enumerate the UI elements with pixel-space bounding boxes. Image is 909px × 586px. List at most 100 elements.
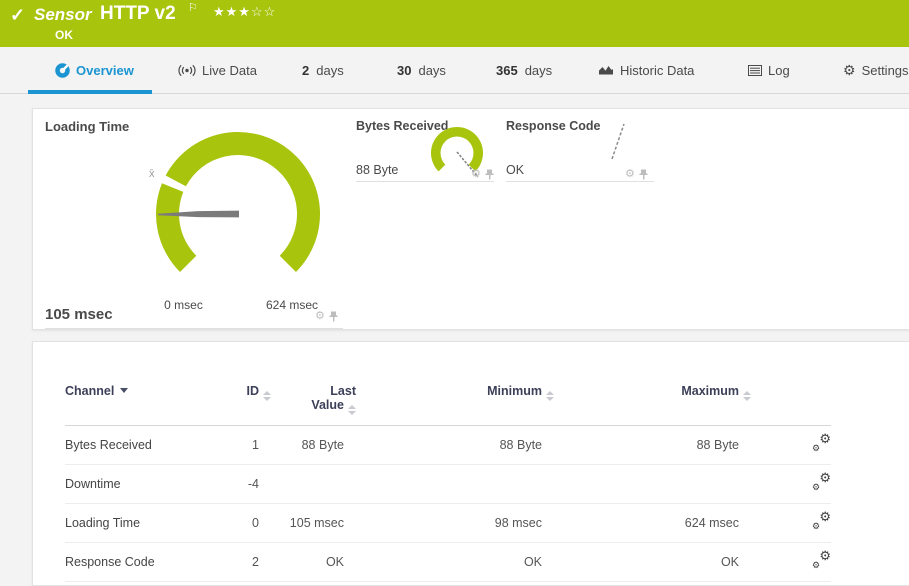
tab-365-days-label: days bbox=[525, 63, 552, 78]
loading-time-gauge: x̄ bbox=[138, 114, 338, 314]
column-header-maximum[interactable]: Maximum bbox=[554, 372, 751, 426]
sort-descending-icon bbox=[120, 388, 128, 393]
channel-last-value: OK bbox=[271, 543, 356, 582]
gauges-panel: Loading Time x̄ 0 msec 624 msec 105 msec… bbox=[32, 108, 909, 330]
column-header-id-label: ID bbox=[247, 384, 260, 398]
channel-minimum: 88 Byte bbox=[356, 426, 554, 465]
pin-icon[interactable] bbox=[639, 169, 648, 180]
column-header-channel[interactable]: Channel bbox=[65, 372, 205, 426]
column-header-last-value[interactable]: Last Value bbox=[271, 372, 356, 426]
channel-name[interactable]: Response Code bbox=[65, 543, 205, 582]
channel-maximum: OK bbox=[554, 543, 751, 582]
live-broadcast-icon bbox=[178, 64, 196, 77]
column-header-value-label: Value bbox=[311, 398, 344, 412]
pin-icon[interactable] bbox=[485, 169, 494, 180]
response-code-gauge bbox=[608, 121, 630, 163]
sort-icon bbox=[743, 391, 751, 401]
column-header-minimum[interactable]: Minimum bbox=[356, 372, 554, 426]
column-header-id[interactable]: ID bbox=[205, 372, 271, 426]
channel-id: 2 bbox=[205, 543, 271, 582]
tab-2-days-number: 2 bbox=[302, 63, 309, 78]
gauge-needle bbox=[612, 124, 624, 159]
priority-stars[interactable]: ★★★☆☆ bbox=[213, 4, 276, 20]
sort-icon bbox=[263, 391, 271, 401]
area-chart-icon bbox=[598, 64, 614, 76]
tab-settings[interactable]: ⚙ Settings bbox=[843, 47, 909, 93]
tab-overview[interactable]: Overview bbox=[55, 47, 134, 93]
flag-icon[interactable]: ⚐ bbox=[188, 1, 198, 14]
divider bbox=[506, 181, 654, 182]
average-marker-label: x̄ bbox=[149, 168, 155, 180]
channel-settings-icon[interactable]: ⚙⚙ bbox=[812, 435, 831, 452]
table-header-row: Channel ID Last Value Minimum Maximum bbox=[65, 372, 831, 426]
gear-icon: ⚙ bbox=[843, 63, 856, 77]
channel-maximum: 88 Byte bbox=[554, 426, 751, 465]
channel-last-value: 105 msec bbox=[271, 504, 356, 543]
tab-30-days[interactable]: 30 days bbox=[397, 47, 446, 93]
tab-overview-label: Overview bbox=[76, 63, 134, 78]
tab-2-days-label: days bbox=[316, 63, 343, 78]
channel-last-value: 88 Byte bbox=[271, 426, 356, 465]
tab-log[interactable]: Log bbox=[748, 47, 790, 93]
column-header-actions bbox=[751, 372, 831, 426]
object-kind-label: Sensor bbox=[34, 5, 92, 25]
column-header-last-label: Last bbox=[271, 384, 356, 398]
stars-empty: ☆☆ bbox=[251, 4, 276, 19]
table-row: Bytes Received 1 88 Byte 88 Byte 88 Byte… bbox=[65, 426, 831, 465]
channels-panel: Channel ID Last Value Minimum Maximum By… bbox=[32, 341, 909, 586]
sensor-name[interactable]: HTTP v2 bbox=[100, 3, 176, 25]
response-code-value: OK bbox=[506, 163, 524, 177]
tab-log-label: Log bbox=[768, 63, 790, 78]
loading-time-scale-max: 624 msec bbox=[263, 298, 321, 312]
divider bbox=[356, 181, 494, 182]
column-header-channel-label: Channel bbox=[65, 384, 114, 398]
column-header-maximum-label: Maximum bbox=[681, 384, 739, 398]
tab-settings-label: Settings bbox=[862, 63, 909, 78]
tab-365-days[interactable]: 365 days bbox=[496, 47, 552, 93]
channel-settings-icon[interactable]: ⚙⚙ bbox=[812, 552, 831, 569]
tab-365-days-number: 365 bbox=[496, 63, 518, 78]
status-ok-check-icon: ✓ bbox=[10, 5, 25, 26]
loading-time-scale-min: 0 msec bbox=[161, 298, 206, 312]
sort-icon bbox=[546, 391, 554, 401]
channel-name[interactable]: Loading Time bbox=[65, 504, 205, 543]
tab-30-days-label: days bbox=[418, 63, 445, 78]
channel-settings-icon[interactable]: ⚙⚙ bbox=[812, 513, 831, 530]
channel-name[interactable]: Downtime bbox=[65, 465, 205, 504]
active-tab-underline bbox=[28, 90, 152, 94]
loading-time-value: 105 msec bbox=[45, 306, 113, 323]
table-row: Loading Time 0 105 msec 98 msec 624 msec… bbox=[65, 504, 831, 543]
response-code-title: Response Code bbox=[506, 119, 600, 133]
channel-last-value bbox=[271, 465, 356, 504]
channels-table: Channel ID Last Value Minimum Maximum By… bbox=[65, 372, 831, 582]
loading-time-title: Loading Time bbox=[45, 119, 129, 134]
gear-icon[interactable]: ⚙ bbox=[315, 311, 325, 322]
tab-live-data[interactable]: Live Data bbox=[178, 47, 257, 93]
channel-minimum: 98 msec bbox=[356, 504, 554, 543]
channel-name[interactable]: Bytes Received bbox=[65, 426, 205, 465]
channel-maximum bbox=[554, 465, 751, 504]
channel-maximum: 624 msec bbox=[554, 504, 751, 543]
log-list-icon bbox=[748, 65, 762, 76]
bytes-received-value: 88 Byte bbox=[356, 163, 398, 177]
table-row: Downtime -4 ⚙⚙ bbox=[65, 465, 831, 504]
tab-historic-data-label: Historic Data bbox=[620, 63, 694, 78]
sort-icon bbox=[348, 405, 356, 415]
channel-minimum: OK bbox=[356, 543, 554, 582]
gear-icon[interactable]: ⚙ bbox=[625, 169, 635, 180]
stars-filled: ★★★ bbox=[213, 4, 251, 19]
channel-settings-icon[interactable]: ⚙⚙ bbox=[812, 474, 831, 491]
tab-historic-data[interactable]: Historic Data bbox=[598, 47, 694, 93]
pin-icon[interactable] bbox=[329, 311, 338, 322]
sensor-status-bar: ✓ Sensor HTTP v2 ⚐ ★★★☆☆ OK bbox=[0, 0, 909, 47]
response-code-tools: ⚙ bbox=[625, 169, 648, 180]
tab-2-days[interactable]: 2 days bbox=[302, 47, 344, 93]
gear-icon[interactable]: ⚙ bbox=[471, 169, 481, 180]
column-header-minimum-label: Minimum bbox=[487, 384, 542, 398]
gauge-icon bbox=[55, 63, 70, 78]
table-row: Response Code 2 OK OK OK ⚙⚙ bbox=[65, 543, 831, 582]
tab-strip: Overview Live Data 2 days 30 days 365 da… bbox=[0, 47, 909, 94]
bytes-received-tools: ⚙ bbox=[471, 169, 494, 180]
tab-live-data-label: Live Data bbox=[202, 63, 257, 78]
sensor-status-text: OK bbox=[55, 28, 73, 42]
